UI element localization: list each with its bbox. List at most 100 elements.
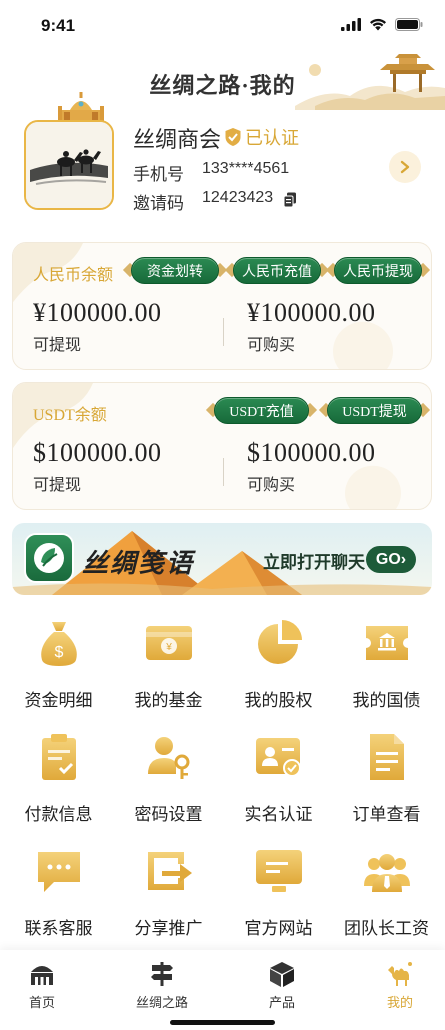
menu-item-my-bonds[interactable]: 我的国债 — [331, 612, 442, 724]
banner-cta: 立即打开聊天 — [263, 553, 365, 572]
usdt-balance-card: USDT余额 USDT充值 USDT提现 $100000.00 可提现 $100… — [12, 382, 432, 510]
transfer-button[interactable]: 资金划转 — [122, 257, 228, 284]
team-icon — [363, 854, 410, 892]
shield-check-icon — [225, 128, 241, 146]
menu-item-team-leader-salary[interactable]: 团队长工资 — [331, 840, 442, 952]
usdt-withdrawable-label: 可提现 — [33, 477, 82, 494]
usdt-recharge-button[interactable]: USDT充值 — [205, 397, 318, 424]
rmb-withdraw-button[interactable]: 人民币提现 — [325, 257, 431, 284]
usdt-purchasable-amount: $100000.00 — [247, 438, 376, 467]
svg-text:$: $ — [54, 644, 63, 661]
menu-label: 订单查看 — [352, 805, 421, 824]
phone-row: 手机号 133****4561 — [133, 160, 289, 185]
rmb-recharge-button-label: 人民币充值 — [242, 264, 312, 280]
svg-text:¥: ¥ — [165, 642, 172, 653]
rmb-purchasable-amount: ¥100000.00 — [247, 298, 376, 327]
clipboard-icon — [41, 734, 76, 780]
menu-label: 分享推广 — [134, 919, 203, 938]
divider — [223, 458, 224, 486]
tab-bar: 首页 丝绸之路 产品 我的 — [0, 950, 445, 1030]
pie-chart-icon — [257, 620, 302, 664]
tab-home[interactable]: 首页 — [0, 956, 97, 1016]
menu-item-payment-info[interactable]: 付款信息 — [3, 726, 114, 838]
usdt-recharge-button-label: USDT充值 — [229, 404, 294, 420]
status-bar: 9:41 — [0, 0, 445, 52]
status-icons — [341, 18, 423, 31]
avatar-image — [24, 120, 114, 210]
phone-label: 手机号 — [133, 165, 184, 184]
id-card-icon — [255, 738, 301, 777]
invite-label: 邀请码 — [133, 194, 184, 213]
profile-name: 丝绸商会 — [133, 127, 222, 152]
tab-silk-road[interactable]: 丝绸之路 — [107, 956, 217, 1016]
invite-row: 邀请码 12423423 — [133, 189, 297, 214]
menu-item-real-name-verification[interactable]: 实名认证 — [223, 726, 334, 838]
share-icon — [147, 852, 192, 890]
usdt-withdrawable-amount: $100000.00 — [33, 438, 162, 467]
rmb-withdrawable-amount: ¥100000.00 — [33, 298, 162, 327]
menu-label: 我的国债 — [352, 691, 421, 710]
monitor-icon — [255, 850, 302, 892]
status-time: 9:41 — [41, 16, 76, 35]
signal-icon — [341, 18, 361, 31]
rmb-withdraw-button-label: 人民币提现 — [343, 264, 413, 280]
menu-label: 实名认证 — [244, 805, 313, 824]
usdt-withdraw-button[interactable]: USDT提现 — [318, 397, 431, 424]
copy-icon[interactable] — [283, 192, 297, 208]
signpost-icon — [151, 962, 173, 986]
home-indicator — [170, 1020, 275, 1025]
tab-label: 首页 — [28, 995, 55, 1010]
tab-products[interactable]: 产品 — [227, 956, 337, 1016]
divider — [223, 318, 224, 346]
profile-detail-button[interactable] — [389, 151, 421, 183]
wifi-icon — [370, 18, 386, 31]
menu-label: 我的股权 — [244, 691, 313, 710]
transfer-button-label: 资金划转 — [147, 264, 203, 280]
usdt-withdraw-button-label: USDT提现 — [342, 404, 407, 420]
battery-icon — [395, 18, 423, 31]
box-icon — [270, 962, 294, 987]
rmb-withdrawable-label: 可提现 — [33, 337, 82, 354]
tab-label: 丝绸之路 — [135, 995, 188, 1010]
menu-item-my-equity[interactable]: 我的股权 — [223, 612, 334, 724]
camel-caravan-image — [26, 122, 112, 208]
tab-label: 我的 — [386, 995, 413, 1010]
chat-icon — [37, 852, 80, 892]
rmb-purchasable-label: 可购买 — [247, 337, 296, 354]
go-button[interactable]: GO› — [366, 546, 416, 573]
camel-icon — [388, 962, 412, 986]
menu-item-password-settings[interactable]: 密码设置 — [113, 726, 224, 838]
tab-label: 产品 — [268, 995, 295, 1010]
chat-banner[interactable]: 丝绸笺语 立即打开聊天 GO› — [12, 523, 432, 595]
bond-icon — [365, 626, 408, 660]
chat-app-logo — [24, 533, 74, 583]
verified-label: 已认证 — [245, 128, 299, 148]
menu-label: 官方网站 — [244, 919, 313, 938]
menu-label: 我的基金 — [134, 691, 203, 710]
menu-item-official-website[interactable]: 官方网站 — [223, 840, 334, 952]
phone-value: 133****4561 — [202, 160, 290, 177]
menu-item-share[interactable]: 分享推广 — [113, 840, 224, 952]
rmb-balance-card: 人民币余额 资金划转 人民币充值 人民币提现 ¥100000.00 可提现 ¥1… — [12, 242, 432, 370]
document-icon — [369, 734, 404, 780]
leaf-logo-icon — [34, 543, 64, 573]
menu-item-fund-details[interactable]: $ 资金明细 — [3, 612, 114, 724]
banner-title: 丝绸笺语 — [82, 549, 195, 578]
invite-value: 12423423 — [202, 189, 274, 206]
avatar[interactable] — [22, 92, 116, 214]
profile-section: 丝绸商会 已认证 手机号 133****4561 邀请码 12423423 — [0, 92, 445, 222]
menu-label: 资金明细 — [24, 691, 93, 710]
menu-label: 团队长工资 — [344, 919, 429, 938]
user-key-icon — [147, 737, 189, 779]
fund-icon: ¥ — [145, 626, 192, 660]
usdt-purchasable-label: 可购买 — [247, 477, 296, 494]
rmb-balance-label: 人民币余额 — [33, 267, 114, 284]
menu-item-customer-service[interactable]: 联系客服 — [3, 840, 114, 952]
rmb-recharge-button[interactable]: 人民币充值 — [224, 257, 330, 284]
menu-label: 联系客服 — [24, 919, 93, 938]
menu-item-my-fund[interactable]: ¥ 我的基金 — [113, 612, 224, 724]
tab-mine[interactable]: 我的 — [345, 956, 445, 1016]
menu-item-view-orders[interactable]: 订单查看 — [331, 726, 442, 838]
home-icon — [31, 966, 53, 985]
menu-label: 密码设置 — [134, 805, 203, 824]
